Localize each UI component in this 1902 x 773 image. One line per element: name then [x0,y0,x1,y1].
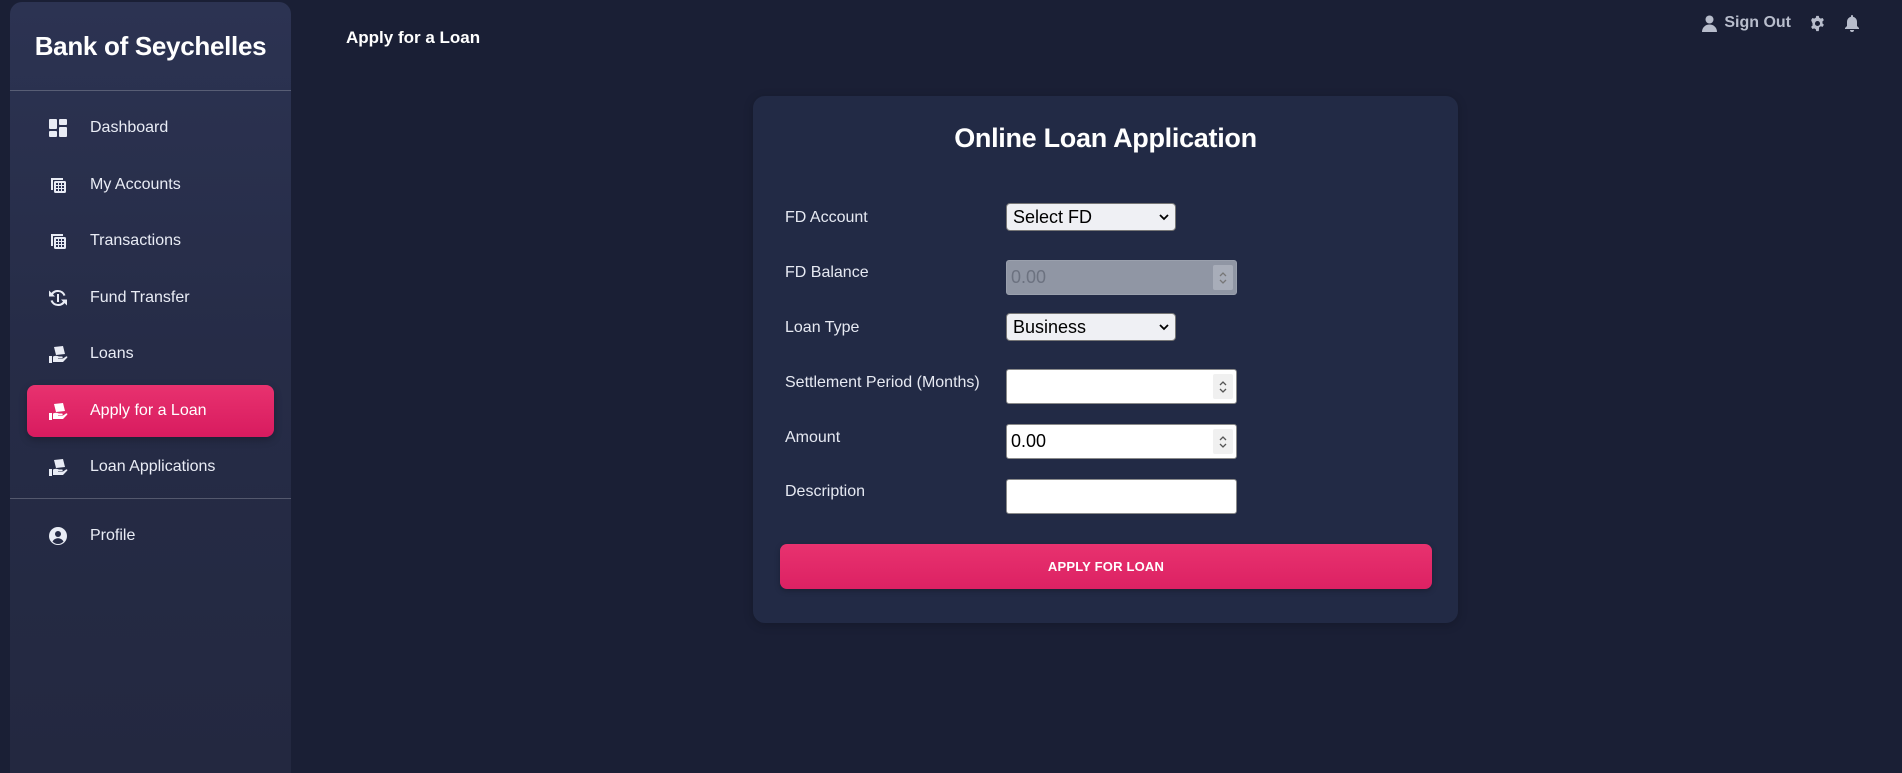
spinner [1213,265,1233,290]
sign-out-label: Sign Out [1724,14,1791,31]
accounts-icon [47,174,69,196]
fd-account-value: Select FD [1013,206,1093,227]
chevron-down-icon [1219,443,1227,448]
loan-type-value: Business [1013,316,1087,337]
chevron-down-icon [1159,324,1169,331]
dashboard-icon [47,117,69,139]
sidebar-item-profile[interactable]: Profile [27,510,274,562]
sidebar-nav-secondary: Profile [10,499,291,562]
loan-application-card: Online Loan Application FD Account Selec… [753,96,1458,623]
sidebar-item-label: Loan Applications [90,458,216,475]
sidebar-item-label: My Accounts [90,175,181,193]
gear-icon [1811,15,1824,31]
fd-balance-value: 0.00 [1011,267,1047,287]
description-label: Description [785,483,866,500]
chevron-up-icon [1219,380,1227,385]
sidebar: Bank of Seychelles Dashboard My Accounts… [10,2,291,773]
form-title: Online Loan Application [954,123,1257,153]
amount-input[interactable]: 0.00 [1006,424,1237,459]
settlement-period-label: Settlement Period (Months) [785,374,980,391]
sidebar-item-loan-applications[interactable]: Loan Applications [27,441,274,493]
sidebar-item-label: Transactions [90,232,181,249]
loan-icon [47,400,69,422]
sidebar-item-fund-transfer[interactable]: Fund Transfer [27,272,274,324]
user-icon [1702,15,1718,32]
topbar-actions: Sign Out [1702,14,1860,32]
loan-type-select[interactable]: Business [1006,313,1176,341]
profile-icon [47,525,69,547]
amount-label: Amount [785,429,841,446]
settlement-period-input[interactable] [1006,369,1237,404]
sign-out-button[interactable]: Sign Out [1702,14,1791,32]
transfer-icon [47,287,69,309]
bell-icon [1845,14,1859,32]
description-input[interactable] [1006,479,1237,514]
sidebar-item-apply-for-loan[interactable]: Apply for a Loan [27,384,274,437]
loan-type-label: Loan Type [785,319,860,336]
notifications-button[interactable] [1844,14,1860,32]
sidebar-item-label: Dashboard [90,119,169,136]
sidebar-item-label: Fund Transfer [90,288,190,306]
fd-account-label: FD Account [785,209,868,226]
fd-balance-input: 0.00 [1006,260,1237,295]
transactions-icon [47,230,69,252]
sidebar-item-label: Profile [90,526,136,544]
fd-balance-label: FD Balance [785,264,869,281]
page-title: Apply for a Loan [346,28,481,47]
fd-account-select[interactable]: Select FD [1006,203,1176,231]
sidebar-item-my-accounts[interactable]: My Accounts [27,159,274,211]
spinner[interactable] [1213,374,1233,399]
chevron-up-icon [1219,435,1227,440]
chevron-up-icon [1219,271,1227,276]
settings-button[interactable] [1809,15,1826,32]
sidebar-item-label: Loans [90,345,134,362]
chevron-down-icon [1219,279,1227,284]
sidebar-item-loans[interactable]: Loans [27,328,274,380]
amount-value: 0.00 [1011,431,1047,451]
sidebar-item-dashboard[interactable]: Dashboard [27,102,274,154]
chevron-down-icon [1219,388,1227,393]
sidebar-item-label: Apply for a Loan [90,401,207,419]
apply-for-loan-button[interactable]: APPLY FOR LOAN [780,544,1432,589]
sidebar-item-transactions[interactable]: Transactions [27,215,274,267]
sidebar-nav: Dashboard My Accounts Transactions Fund … [10,91,291,493]
chevron-down-icon [1159,214,1169,221]
brand-logo-text: Bank of Seychelles [34,30,267,61]
loan-icon [47,343,69,365]
loan-icon [47,456,69,478]
spinner[interactable] [1213,429,1233,454]
